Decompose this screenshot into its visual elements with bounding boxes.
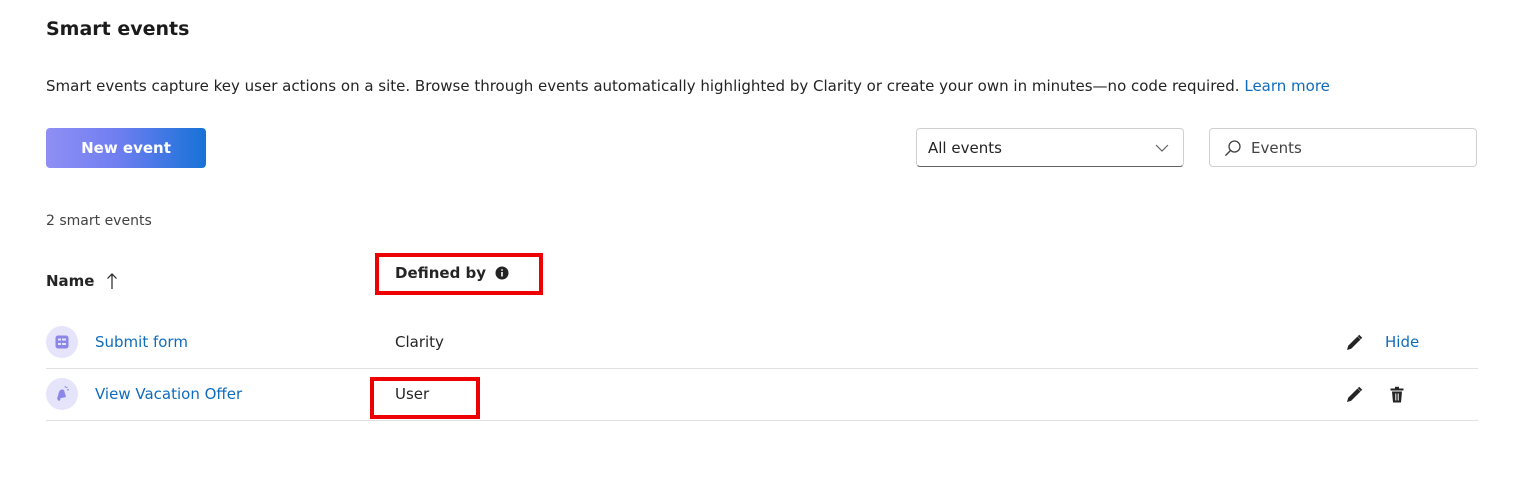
form-icon [46,326,78,358]
edit-icon[interactable] [1343,332,1365,354]
hide-button[interactable]: Hide [1385,333,1419,351]
row-divider [46,420,1478,421]
edit-icon[interactable] [1343,384,1365,406]
page-title: Smart events [46,18,190,40]
event-filter-value: All events [928,138,1002,157]
event-filter-dropdown[interactable]: All events [916,128,1184,167]
event-defined-by: Clarity [395,333,444,351]
chevron-down-icon [1155,144,1169,152]
search-input[interactable]: Events [1209,128,1477,167]
sort-ascending-icon [107,273,118,289]
column-header-name[interactable]: Name [46,272,118,290]
form-icon-glyph [55,335,69,349]
highlight-box-user [370,377,480,419]
delete-icon[interactable] [1387,385,1407,405]
highlight-box-defined-by [375,253,543,295]
learn-more-link[interactable]: Learn more [1244,77,1330,95]
bell-icon [46,378,78,410]
bell-icon-glyph [57,386,70,401]
row-divider [46,368,1478,369]
description-text: Smart events capture key user actions on… [46,77,1240,95]
column-header-name-label: Name [46,272,95,290]
page-description: Smart events capture key user actions on… [46,77,1330,95]
event-name-link[interactable]: View Vacation Offer [95,385,242,403]
event-count: 2 smart events [46,213,152,229]
search-placeholder: Events [1251,138,1302,157]
event-name-link[interactable]: Submit form [95,333,188,351]
new-event-button[interactable]: New event [46,128,206,168]
search-icon [1225,139,1241,156]
